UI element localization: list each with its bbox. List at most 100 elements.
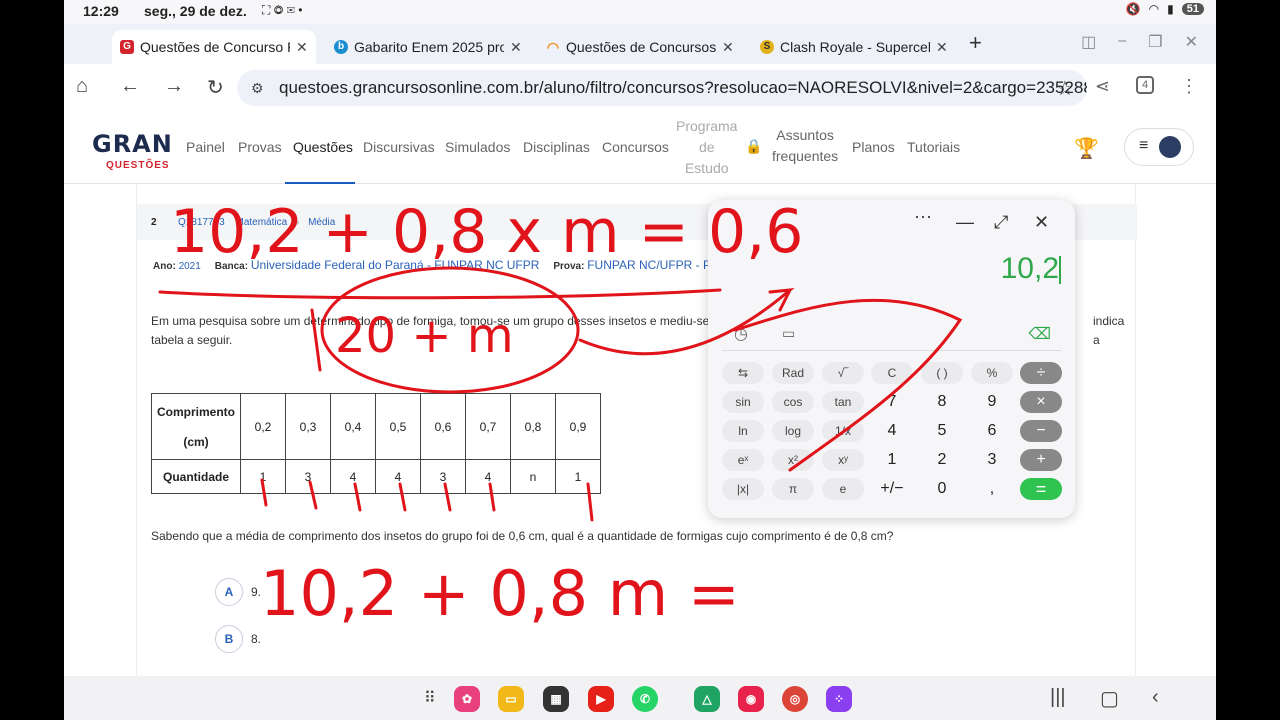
nav-painel[interactable]: Painel	[186, 139, 225, 155]
calc-key-six[interactable]: 6	[971, 420, 1013, 442]
calc-key-pi[interactable]: π	[772, 478, 814, 500]
subject-link[interactable]: Matemática	[236, 217, 288, 228]
calc-key-parens[interactable]: ( )	[921, 362, 963, 384]
calc-key-add[interactable]: +	[1020, 449, 1062, 471]
calc-key-square[interactable]: x²	[772, 449, 814, 471]
calc-key-nine[interactable]: 9	[971, 391, 1013, 413]
calc-key-subtract[interactable]: −	[1020, 420, 1062, 442]
mods-app-icon[interactable]: ⁘	[826, 686, 852, 712]
more-options-icon[interactable]: ···	[914, 206, 932, 227]
nav-questoes[interactable]: Questões	[293, 139, 353, 155]
backspace-icon[interactable]: ⌫	[1028, 324, 1051, 344]
close-tab-icon[interactable]: ✕	[296, 39, 308, 56]
youtube-app-icon[interactable]: ▶	[588, 686, 614, 712]
calc-key-power[interactable]: xʸ	[822, 449, 864, 471]
tools-app-icon[interactable]: ▦	[543, 686, 569, 712]
gran-logo[interactable]: GRAN QUESTÕES	[92, 130, 173, 171]
calc-key-percent[interactable]: %	[971, 362, 1013, 384]
calc-key-rad[interactable]: Rad	[772, 362, 814, 384]
topic-link[interactable]: Média	[308, 217, 335, 228]
forward-icon[interactable]: →	[164, 75, 184, 98]
question-code[interactable]: Q1817703	[178, 217, 225, 228]
calc-key-cos[interactable]: cos	[772, 391, 814, 413]
calc-key-log[interactable]: log	[772, 420, 814, 442]
home-icon[interactable]: ⌂	[76, 75, 88, 98]
screen-recorder-app-icon[interactable]: ◉	[738, 686, 764, 712]
back-nav-icon[interactable]: ‹	[1152, 686, 1159, 709]
nav-assuntos-frequentes[interactable]: Assuntos frequentes	[772, 125, 838, 167]
drive-app-icon[interactable]: △	[694, 686, 720, 712]
whatsapp-app-icon[interactable]: ✆	[632, 686, 658, 712]
app-drawer-icon[interactable]: ⠿	[424, 688, 436, 708]
option-b[interactable]: B 8.	[215, 625, 261, 653]
nav-programa-de-estudo[interactable]: Programa de Estudo	[676, 116, 737, 179]
tab-questoes-concursos[interactable]: ◠ Questões de Concursos ✕	[538, 30, 742, 64]
table-cell: 0,7	[465, 393, 511, 460]
calc-key-e[interactable]: e	[822, 478, 864, 500]
calc-key-ln[interactable]: ln	[722, 420, 764, 442]
minimize-icon[interactable]: —	[956, 212, 974, 233]
nav-provas[interactable]: Provas	[238, 139, 282, 155]
tab-questoes-concurso[interactable]: G Questões de Concurso P ✕	[112, 30, 316, 64]
gallery-app-icon[interactable]: ✿	[454, 686, 480, 712]
site-settings-icon[interactable]: ⚙	[251, 70, 264, 106]
ano-value[interactable]: 2021	[179, 261, 201, 272]
nav-discursivas[interactable]: Discursivas	[363, 139, 435, 155]
calc-key-one[interactable]: 1	[871, 449, 913, 471]
recents-icon[interactable]: |||	[1050, 686, 1066, 709]
nav-planos[interactable]: Planos	[852, 139, 895, 155]
tab-gabarito-enem[interactable]: b Gabarito Enem 2025 prov ✕	[326, 30, 530, 64]
close-tab-icon[interactable]: ✕	[722, 39, 734, 56]
url-bar[interactable]: ⚙ questoes.grancursosonline.com.br/aluno…	[237, 70, 1087, 106]
history-icon[interactable]: ◷	[734, 324, 748, 344]
close-tab-icon[interactable]: ✕	[510, 39, 522, 56]
trophy-icon[interactable]: 🏆	[1074, 136, 1099, 161]
calc-key-sin[interactable]: sin	[722, 391, 764, 413]
nav-simulados[interactable]: Simulados	[445, 139, 510, 155]
unit-converter-icon[interactable]: ▭	[782, 325, 795, 342]
expand-icon[interactable]: ⤢	[994, 212, 1008, 233]
calc-key-divide[interactable]: ÷	[1020, 362, 1062, 384]
nav-tutoriais[interactable]: Tutoriais	[907, 139, 960, 155]
calc-key-abs[interactable]: |x|	[722, 478, 764, 500]
calc-key-four[interactable]: 4	[871, 420, 913, 442]
more-menu-icon[interactable]: ⋮	[1180, 76, 1198, 97]
split-view-icon[interactable]: ◫	[1081, 32, 1096, 52]
calc-key-five[interactable]: 5	[921, 420, 963, 442]
calc-key-equals[interactable]: =	[1020, 478, 1062, 500]
restore-icon[interactable]: ❐	[1148, 32, 1162, 52]
calc-key-reciprocal[interactable]: 1/x	[822, 420, 864, 442]
user-menu-button[interactable]: ≡	[1124, 128, 1194, 166]
close-icon[interactable]: ✕	[1034, 212, 1049, 233]
tab-count-icon[interactable]: 4	[1136, 76, 1154, 94]
chrome-app-icon[interactable]: ◎	[782, 686, 808, 712]
nav-disciplinas[interactable]: Disciplinas	[523, 139, 590, 155]
tab-clash-royale[interactable]: S Clash Royale - Supercell ✕	[752, 30, 956, 64]
share-icon[interactable]: ⋖	[1095, 76, 1110, 97]
calc-key-zero[interactable]: 0	[921, 478, 963, 500]
calc-key-eight[interactable]: 8	[921, 391, 963, 413]
calc-key-exp[interactable]: eˣ	[722, 449, 764, 471]
close-window-icon[interactable]: ✕	[1185, 32, 1198, 52]
calc-key-multiply[interactable]: ×	[1020, 391, 1062, 413]
new-tab-icon[interactable]: +	[969, 30, 982, 56]
nav-concursos[interactable]: Concursos	[602, 139, 669, 155]
banca-value[interactable]: Universidade Federal do Paraná - FUNPAR …	[251, 258, 540, 272]
minimize-icon[interactable]: ⎯	[1118, 32, 1126, 52]
calc-key-sqrt[interactable]: √‾	[822, 362, 864, 384]
files-app-icon[interactable]: ▭	[498, 686, 524, 712]
calc-key-clear[interactable]: C	[871, 362, 913, 384]
calc-key-comma[interactable]: ,	[971, 478, 1013, 500]
calc-key-two[interactable]: 2	[921, 449, 963, 471]
calc-key-swap[interactable]: ⇆	[722, 362, 764, 384]
calc-key-seven[interactable]: 7	[871, 391, 913, 413]
calc-key-tan[interactable]: tan	[822, 391, 864, 413]
home-button-icon[interactable]: ▢	[1100, 686, 1119, 711]
close-tab-icon[interactable]: ✕	[936, 39, 948, 56]
calc-key-three[interactable]: 3	[971, 449, 1013, 471]
calc-key-negate[interactable]: +/−	[871, 478, 913, 500]
bookmark-star-icon[interactable]: ☆	[1056, 76, 1074, 101]
back-icon[interactable]: ←	[120, 75, 140, 98]
reload-icon[interactable]: ↻	[207, 75, 224, 100]
option-a[interactable]: A 9.	[215, 578, 261, 606]
